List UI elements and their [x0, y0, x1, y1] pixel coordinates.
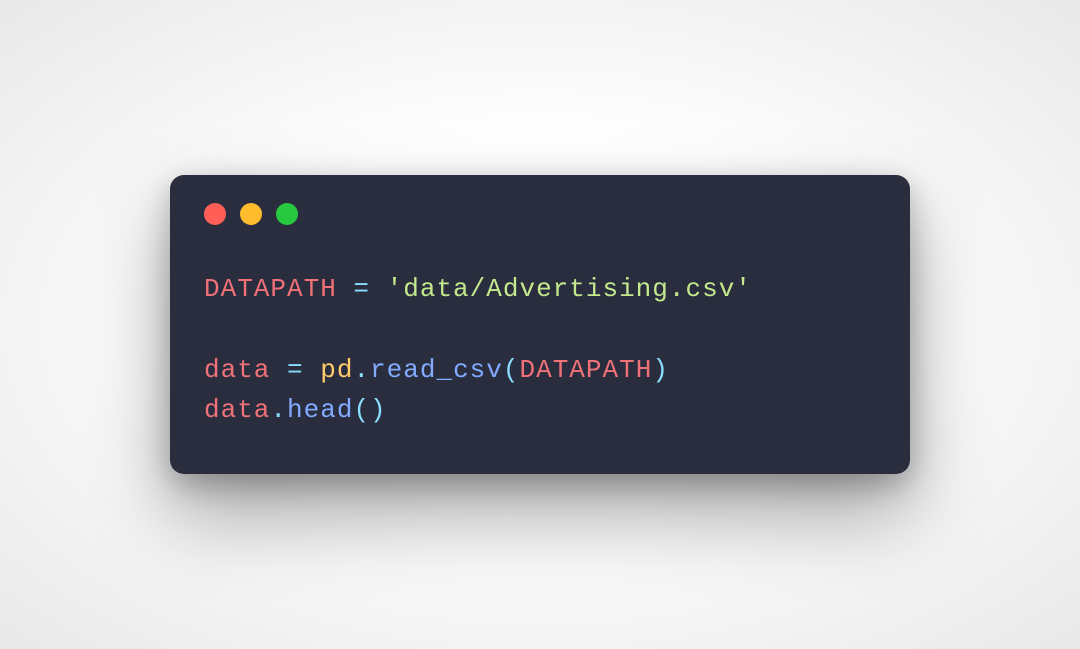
code-token: =: [337, 274, 387, 304]
code-token: ): [652, 355, 669, 385]
code-token: .: [353, 355, 370, 385]
code-window: DATAPATH = 'data/Advertising.csv' data =…: [170, 175, 910, 474]
window-controls: [204, 203, 876, 225]
maximize-icon[interactable]: [276, 203, 298, 225]
code-token: .: [270, 395, 287, 425]
code-token: (: [503, 355, 520, 385]
code-block: DATAPATH = 'data/Advertising.csv' data =…: [204, 269, 876, 430]
code-token: pd: [320, 355, 353, 385]
code-token: read_csv: [370, 355, 503, 385]
code-token: 'data/Advertising.csv': [387, 274, 752, 304]
code-token: data: [204, 355, 270, 385]
code-token: (): [353, 395, 386, 425]
close-icon[interactable]: [204, 203, 226, 225]
code-token: DATAPATH: [204, 274, 337, 304]
code-token: head: [287, 395, 353, 425]
minimize-icon[interactable]: [240, 203, 262, 225]
code-token: DATAPATH: [520, 355, 653, 385]
code-token: =: [270, 355, 320, 385]
code-token: data: [204, 395, 270, 425]
